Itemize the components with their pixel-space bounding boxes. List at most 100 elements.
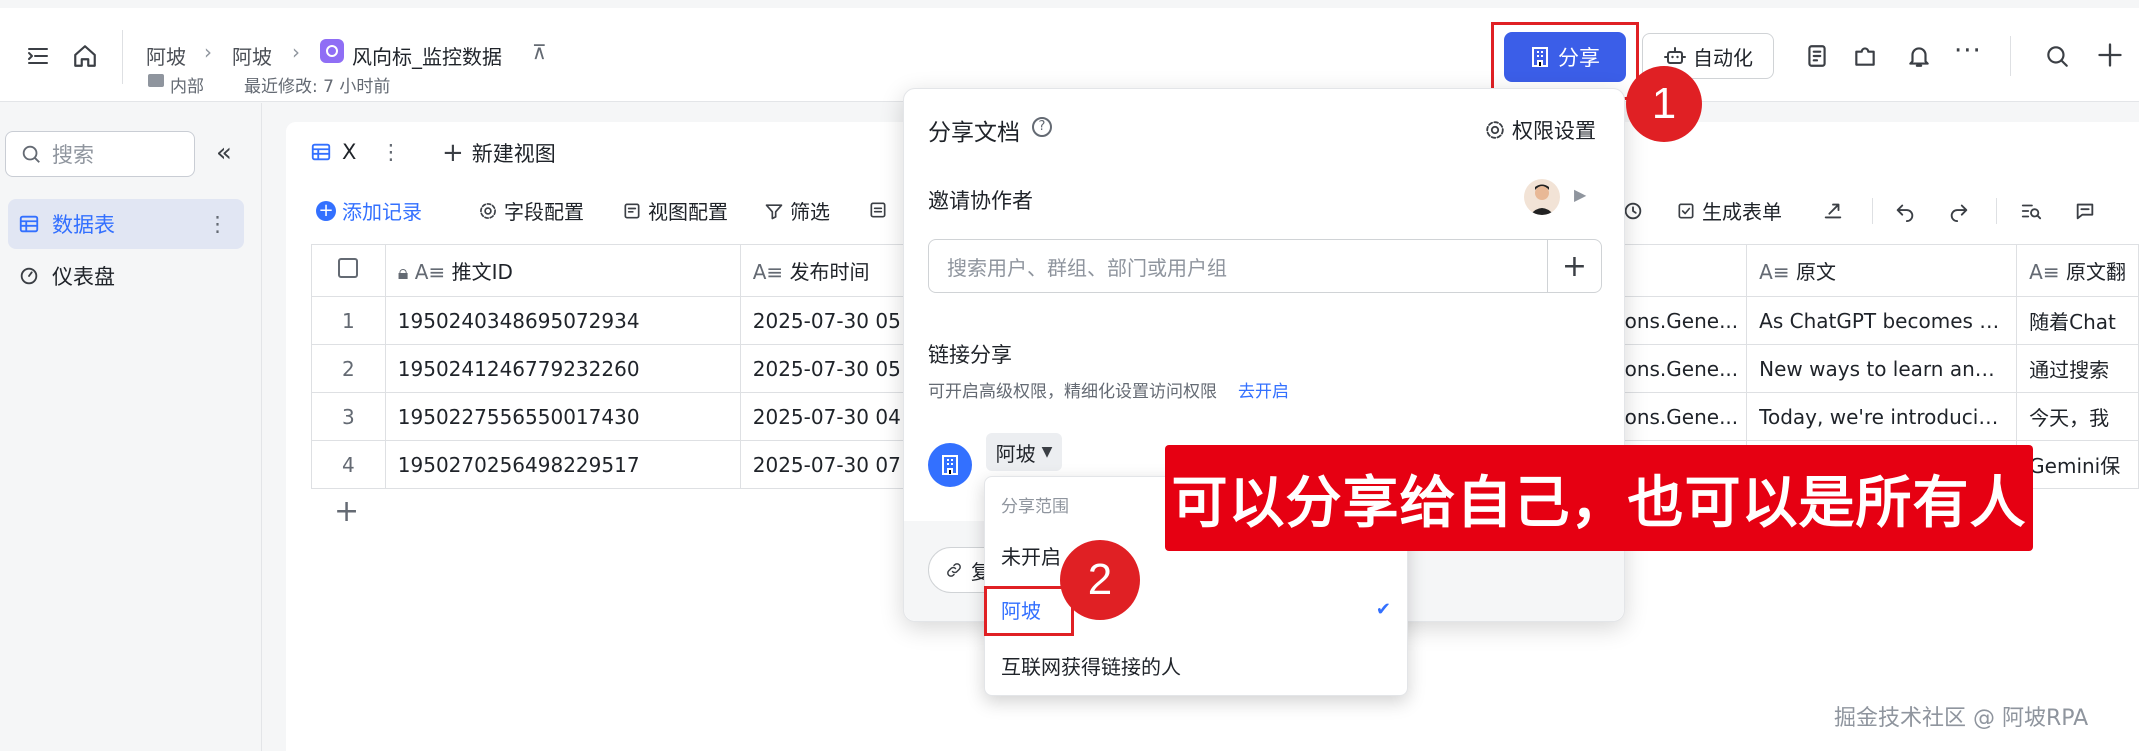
bell-icon[interactable] bbox=[1906, 43, 1932, 69]
building-icon bbox=[1530, 46, 1550, 68]
pin-icon[interactable]: ⊼ bbox=[532, 40, 547, 64]
option-highlight-box bbox=[984, 586, 1074, 636]
column-header-label: 推文ID bbox=[451, 260, 513, 284]
share-button-label: 分享 bbox=[1558, 46, 1600, 70]
lock-icon: 🔒︎ bbox=[397, 260, 409, 284]
chevron-right-icon: › bbox=[292, 40, 300, 64]
cell-original[interactable]: Today, we're introducing... bbox=[1746, 392, 2018, 441]
cell-translation[interactable]: 通过搜索 bbox=[2016, 344, 2139, 393]
row-number: 2 bbox=[311, 344, 386, 393]
add-record-button[interactable]: + 添加记录 bbox=[316, 196, 422, 225]
cell-original[interactable]: New ways to learn and ... bbox=[1746, 344, 2018, 393]
more-vertical-icon[interactable]: ⋮ bbox=[207, 212, 228, 236]
permission-settings-button[interactable]: 权限设置 bbox=[1484, 115, 1596, 145]
toolbar-label: 添加记录 bbox=[342, 200, 422, 224]
link-scope-select[interactable]: 阿坡 ▼ bbox=[986, 433, 1062, 471]
breadcrumb-item[interactable]: 阿坡 bbox=[146, 41, 186, 70]
collapse-sidebar-icon[interactable]: « bbox=[216, 138, 232, 168]
plus-icon[interactable] bbox=[2096, 41, 2124, 69]
permission-settings-label: 权限设置 bbox=[1512, 119, 1596, 143]
sidebar-item-datatable[interactable]: 数据表 ⋮ bbox=[8, 199, 244, 249]
cell-translation[interactable]: Gemini保 bbox=[2016, 440, 2139, 489]
sidebar: 搜索 « 数据表 ⋮ 仪表盘 bbox=[0, 103, 262, 751]
search-icon bbox=[20, 143, 42, 165]
folder-label: 内部 bbox=[170, 77, 204, 97]
check-icon: ✔ bbox=[1375, 598, 1391, 620]
breadcrumb-item[interactable]: 阿坡 bbox=[232, 41, 272, 70]
toolbar-label: 筛选 bbox=[790, 200, 830, 224]
row-number: 4 bbox=[311, 440, 386, 489]
plugin-icon[interactable] bbox=[1852, 43, 1878, 69]
last-modified: 最近修改: 7 小时前 bbox=[244, 77, 391, 97]
table-icon bbox=[18, 213, 40, 235]
help-icon[interactable]: ? bbox=[1032, 117, 1052, 137]
base-app-icon bbox=[320, 39, 344, 63]
generate-form-button[interactable]: 生成表单 bbox=[1676, 196, 1782, 225]
divider bbox=[122, 30, 123, 84]
text-field-icon: A≡ bbox=[1759, 260, 1790, 284]
column-header[interactable]: A≡ 原文翻 bbox=[2016, 244, 2139, 297]
comment-icon[interactable] bbox=[2074, 200, 2096, 222]
more-icon[interactable]: ··· bbox=[1954, 36, 1982, 66]
enable-advanced-link[interactable]: 去开启 bbox=[1238, 377, 1289, 402]
option-label: 互联网获得链接的人 bbox=[1001, 654, 1181, 679]
column-header[interactable]: A≡ 原文 bbox=[1746, 244, 2018, 297]
caret-right-icon[interactable]: ▶ bbox=[1574, 185, 1586, 204]
undo-icon[interactable] bbox=[1894, 200, 1916, 222]
link-share-title: 链接分享 bbox=[928, 343, 1012, 367]
automation-label: 自动化 bbox=[1693, 45, 1753, 70]
document-title[interactable]: 风向标_监控数据 bbox=[352, 41, 502, 70]
cell-tweet-id[interactable]: 1950227556550017430 bbox=[384, 392, 741, 441]
avatar[interactable] bbox=[1524, 179, 1560, 215]
checkbox[interactable] bbox=[338, 258, 359, 278]
search-icon[interactable] bbox=[2044, 43, 2070, 69]
collapse-outline-icon[interactable] bbox=[26, 44, 50, 68]
tab-label: X bbox=[342, 140, 357, 164]
share-dialog-title: 分享文档 bbox=[928, 120, 1020, 146]
cell-tweet-id[interactable]: 1950270256498229517 bbox=[384, 440, 741, 489]
find-icon[interactable] bbox=[2020, 200, 2042, 222]
history-icon[interactable] bbox=[1622, 200, 1644, 222]
column-header[interactable]: 🔒︎ A≡ 推文ID bbox=[384, 244, 741, 297]
collaborator-search-input[interactable]: 搜索用户、群组、部门或用户组 + bbox=[928, 239, 1602, 293]
filter-button[interactable]: 筛选 bbox=[764, 196, 830, 225]
sidebar-item-dashboard[interactable]: 仪表盘 bbox=[8, 251, 244, 301]
divider bbox=[1872, 198, 1873, 224]
plus-circle-icon: + bbox=[316, 200, 336, 221]
grid-view-icon bbox=[310, 141, 332, 163]
form-icon bbox=[1676, 201, 1696, 221]
plus-icon: + bbox=[442, 138, 464, 168]
search-placeholder: 搜索用户、群组、部门或用户组 bbox=[947, 255, 1227, 280]
view-config-button[interactable]: 视图配置 bbox=[622, 196, 728, 225]
template-icon[interactable] bbox=[1804, 43, 1830, 69]
share-out-icon[interactable] bbox=[1822, 200, 1844, 222]
new-view-button[interactable]: + 新建视图 bbox=[442, 138, 556, 168]
dropdown-option-internet[interactable]: 互联网获得链接的人 bbox=[985, 637, 1407, 693]
cell-translation[interactable]: 随着Chat bbox=[2016, 296, 2139, 345]
group-icon[interactable] bbox=[868, 200, 888, 220]
divider bbox=[2010, 36, 2011, 76]
cell-original[interactable]: As ChatGPT becomes a ... bbox=[1746, 296, 2018, 345]
column-header-label: 发布时间 bbox=[789, 260, 870, 284]
cell-tweet-id[interactable]: 1950240348695072934 bbox=[384, 296, 741, 345]
more-vertical-icon[interactable]: ⋮ bbox=[380, 140, 401, 164]
link-scope-value: 阿坡 bbox=[995, 441, 1036, 466]
divider bbox=[1996, 198, 1997, 224]
select-all-cell[interactable] bbox=[311, 244, 386, 297]
share-button[interactable]: 分享 bbox=[1504, 32, 1626, 82]
add-collaborator-button[interactable]: + bbox=[1547, 240, 1601, 292]
sidebar-search-input[interactable]: 搜索 bbox=[5, 131, 195, 177]
cell-tweet-id[interactable]: 1950241246779232260 bbox=[384, 344, 741, 393]
field-config-button[interactable]: 字段配置 bbox=[478, 196, 584, 225]
gear-icon bbox=[1484, 119, 1506, 141]
tab-x[interactable]: X ⋮ bbox=[286, 122, 412, 182]
callout-1: 1 bbox=[1626, 66, 1702, 142]
add-row-icon[interactable]: + bbox=[334, 494, 359, 529]
view-config-icon bbox=[622, 201, 642, 221]
home-icon[interactable] bbox=[72, 43, 98, 69]
redo-icon[interactable] bbox=[1948, 200, 1970, 222]
annotation-banner: 可以分享给自己，也可以是所有人 bbox=[1165, 445, 2033, 551]
callout-2: 2 bbox=[1060, 540, 1140, 620]
cell-translation[interactable]: 今天，我 bbox=[2016, 392, 2139, 441]
text-field-icon: A≡ bbox=[2029, 260, 2060, 284]
